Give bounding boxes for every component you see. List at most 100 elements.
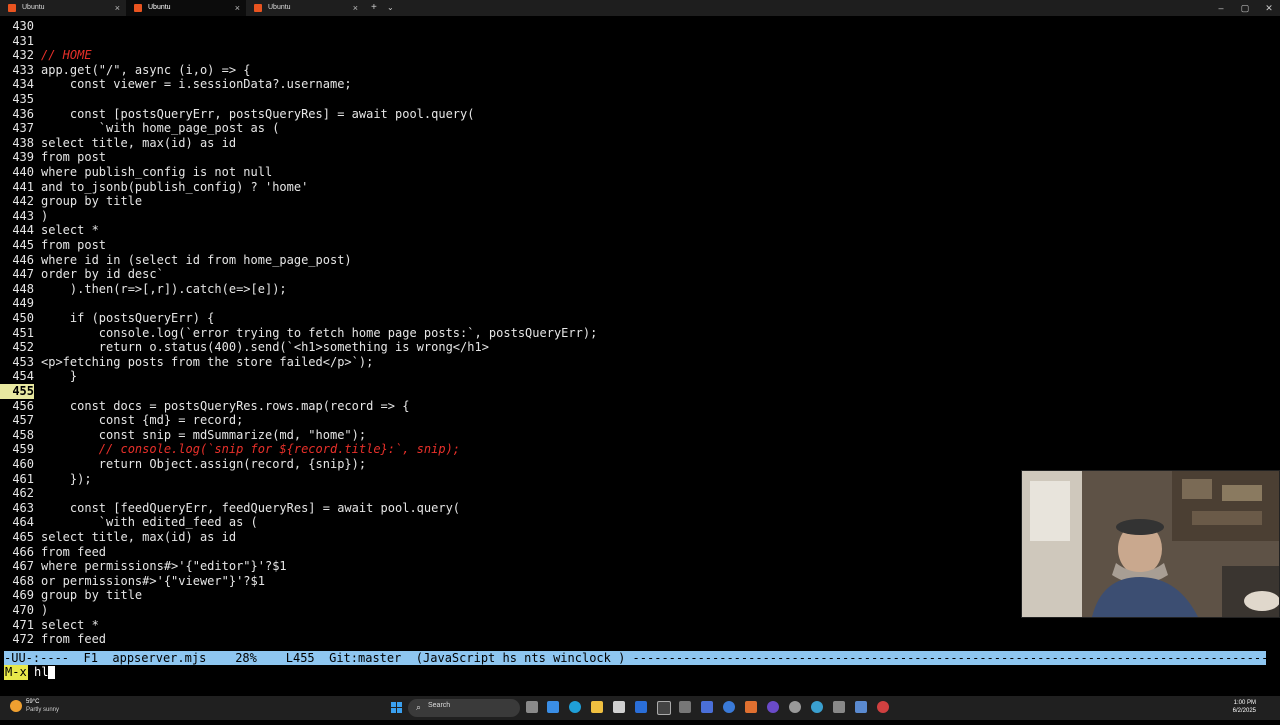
code-line[interactable]: 451 console.log(`error trying to fetch h… — [0, 326, 1270, 341]
tab-close-icon[interactable]: × — [235, 0, 240, 16]
code-text[interactable]: group by title — [41, 194, 142, 209]
code-text[interactable]: and to_jsonb(publish_config) ? 'home' — [41, 180, 308, 195]
code-text[interactable]: console.log(`error trying to fetch home … — [41, 326, 598, 341]
code-comment[interactable]: // console.log(`snip for ${record.title}… — [41, 442, 460, 457]
code-line[interactable]: 471 select * — [0, 618, 1270, 633]
code-line[interactable]: 450 if (postsQueryErr) { — [0, 311, 1270, 326]
start-button[interactable] — [391, 702, 403, 714]
code-line[interactable]: 446 where id in (select id from home_page… — [0, 253, 1270, 268]
code-line[interactable]: 433 app.get("/", async (i,o) => { — [0, 63, 1270, 78]
code-line[interactable]: 459 // console.log(`snip for ${record.ti… — [0, 442, 1270, 457]
code-text[interactable]: `with home_page_post as ( — [41, 121, 280, 136]
code-text[interactable]: const viewer = i.sessionData?.username; — [41, 77, 352, 92]
code-line[interactable]: 430 — [0, 19, 1270, 34]
new-tab-button[interactable]: + — [371, 0, 377, 16]
minimize-button[interactable]: – — [1212, 0, 1230, 16]
code-line[interactable]: 449 — [0, 296, 1270, 311]
code-comment[interactable]: // HOME — [41, 48, 92, 63]
weather-temperature[interactable]: 59°C — [26, 699, 39, 705]
code-line[interactable]: 438 select title, max(id) as id — [0, 136, 1270, 151]
tab-close-icon[interactable]: × — [115, 0, 120, 16]
code-text[interactable]: } — [41, 369, 77, 384]
code-line[interactable]: 432 // HOME — [0, 48, 1270, 63]
close-window-button[interactable]: ✕ — [1260, 0, 1278, 16]
code-text[interactable]: from post — [41, 150, 106, 165]
code-line[interactable]: 452 return o.status(400).send(`<h1>somet… — [0, 340, 1270, 355]
code-text[interactable]: app.get("/", async (i,o) => { — [41, 63, 251, 78]
minibuffer[interactable]: M-x hl — [0, 665, 1280, 680]
app-icon[interactable] — [877, 701, 889, 713]
code-line[interactable]: 472 from feed — [0, 632, 1270, 647]
code-line[interactable]: 453 <p>fetching posts from the store fail… — [0, 355, 1270, 370]
code-text[interactable]: where permissions#>'{"editor"}'?$1 — [41, 559, 287, 574]
code-line[interactable]: 456 const docs = postsQueryRes.rows.map(… — [0, 399, 1270, 414]
code-text[interactable]: group by title — [41, 588, 142, 603]
code-text[interactable]: <p>fetching posts from the store failed<… — [41, 355, 373, 370]
tab-ubuntu-1[interactable]: Ubuntu × — [0, 0, 126, 16]
code-text[interactable]: order by id desc` — [41, 267, 164, 282]
code-line[interactable]: 454 } — [0, 369, 1270, 384]
code-line[interactable]: 435 — [0, 92, 1270, 107]
code-text[interactable]: from post — [41, 238, 106, 253]
code-text[interactable]: return Object.assign(record, {snip}); — [41, 457, 366, 472]
code-text[interactable]: select * — [41, 223, 99, 238]
code-line[interactable]: 455 — [0, 384, 1270, 399]
minibuffer-input[interactable]: hl — [34, 665, 48, 680]
code-text[interactable]: select * — [41, 618, 99, 633]
code-text[interactable]: ) — [41, 209, 48, 224]
app-icon[interactable] — [767, 701, 779, 713]
code-text[interactable]: if (postsQueryErr) { — [41, 311, 215, 326]
code-text[interactable]: const [feedQueryErr, feedQueryRes] = awa… — [41, 501, 460, 516]
code-text[interactable]: return o.status(400).send(`<h1>something… — [41, 340, 489, 355]
app-icon[interactable] — [855, 701, 867, 713]
tab-ubuntu-2[interactable]: Ubuntu × — [126, 0, 246, 16]
code-line[interactable]: 441 and to_jsonb(publish_config) ? 'home' — [0, 180, 1270, 195]
file-explorer-icon[interactable] — [591, 701, 603, 713]
widgets-icon[interactable] — [547, 701, 559, 713]
settings-icon[interactable] — [745, 701, 757, 713]
code-line[interactable]: 437 `with home_page_post as ( — [0, 121, 1270, 136]
task-view-icon[interactable] — [526, 701, 538, 713]
code-text[interactable]: const [postsQueryErr, postsQueryRes] = a… — [41, 107, 475, 122]
code-line[interactable]: 440 where publish_config is not null — [0, 165, 1270, 180]
maximize-button[interactable]: ▢ — [1236, 0, 1254, 16]
code-line[interactable]: 457 const {md} = record; — [0, 413, 1270, 428]
code-text[interactable]: or permissions#>'{"viewer"}'?$1 — [41, 574, 265, 589]
code-text[interactable]: `with edited_feed as ( — [41, 515, 258, 530]
code-text[interactable]: ).then(r=>[,r]).catch(e=>[e]); — [41, 282, 287, 297]
edge-icon[interactable] — [569, 701, 581, 713]
code-line[interactable]: 439 from post — [0, 150, 1270, 165]
code-line[interactable]: 436 const [postsQueryErr, postsQueryRes]… — [0, 107, 1270, 122]
code-line[interactable]: 431 — [0, 34, 1270, 49]
weather-icon[interactable] — [10, 700, 22, 712]
code-text[interactable]: where id in (select id from home_page_po… — [41, 253, 352, 268]
code-text[interactable]: select title, max(id) as id — [41, 530, 236, 545]
tab-dropdown-button[interactable]: ⌄ — [387, 0, 394, 16]
code-text[interactable]: const {md} = record; — [41, 413, 244, 428]
code-line[interactable]: 458 const snip = mdSummarize(md, "home")… — [0, 428, 1270, 443]
store-icon[interactable] — [613, 701, 625, 713]
code-line[interactable]: 448 ).then(r=>[,r]).catch(e=>[e]); — [0, 282, 1270, 297]
code-text[interactable]: const docs = postsQueryRes.rows.map(reco… — [41, 399, 410, 414]
code-line[interactable]: 444 select * — [0, 223, 1270, 238]
code-text[interactable]: const snip = mdSummarize(md, "home"); — [41, 428, 366, 443]
tab-close-icon[interactable]: × — [353, 0, 358, 16]
code-line[interactable]: 443) — [0, 209, 1270, 224]
code-text[interactable]: select title, max(id) as id — [41, 136, 236, 151]
taskbar-search[interactable]: ⌕ Search — [408, 699, 520, 717]
code-text[interactable]: }); — [41, 472, 92, 487]
app-icon[interactable] — [833, 701, 845, 713]
code-text[interactable]: from feed — [41, 632, 106, 647]
app-icon[interactable] — [723, 701, 735, 713]
code-text[interactable]: where publish_config is not null — [41, 165, 272, 180]
code-line[interactable]: 445 from post — [0, 238, 1270, 253]
system-clock[interactable]: 1:00 PM 6/2/2025 — [1233, 699, 1256, 715]
app-icon[interactable] — [811, 701, 823, 713]
code-text[interactable]: from feed — [41, 545, 106, 560]
tab-ubuntu-3[interactable]: Ubuntu × — [246, 0, 364, 16]
terminal-icon[interactable] — [657, 701, 671, 715]
code-line[interactable]: 447 order by id desc` — [0, 267, 1270, 282]
media-icon[interactable] — [789, 701, 801, 713]
code-text[interactable]: ) — [41, 603, 48, 618]
code-line[interactable]: 434 const viewer = i.sessionData?.userna… — [0, 77, 1270, 92]
